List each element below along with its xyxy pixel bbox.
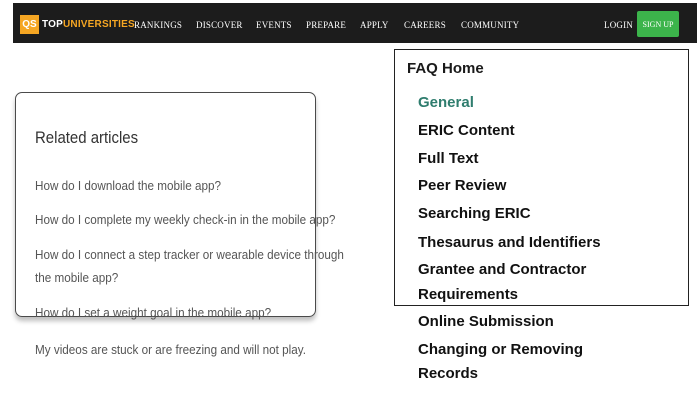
- faq-link-grantee-contractor[interactable]: Grantee and Contractor: [418, 258, 586, 282]
- faq-link-online-submission[interactable]: Online Submission: [418, 310, 554, 334]
- article-link-step-tracker-cont[interactable]: the mobile app?: [35, 266, 118, 289]
- logo-universities-text: UNIVERSITIES: [62, 18, 135, 30]
- logo-top-text: TOP: [42, 18, 63, 30]
- article-link-weekly-checkin[interactable]: How do I complete my weekly check-in in …: [35, 208, 335, 231]
- qs-logo-mark: QS: [20, 14, 39, 34]
- faq-link-changing-removing[interactable]: Changing or Removing: [418, 338, 583, 362]
- nav-events[interactable]: EVENTS: [256, 20, 292, 30]
- faq-link-peer-review[interactable]: Peer Review: [418, 174, 506, 198]
- article-link-weight-goal[interactable]: How do I set a weight goal in the mobile…: [35, 301, 271, 324]
- faq-link-general[interactable]: General: [418, 91, 474, 115]
- nav-rankings[interactable]: RANKINGS: [134, 20, 182, 30]
- nav-careers[interactable]: CAREERS: [404, 20, 446, 30]
- faq-link-thesaurus[interactable]: Thesaurus and Identifiers: [418, 231, 601, 255]
- signup-button[interactable]: SIGN UP: [637, 11, 679, 37]
- article-link-step-tracker[interactable]: How do I connect a step tracker or weara…: [35, 243, 344, 266]
- nav-apply[interactable]: APPLY: [360, 20, 389, 30]
- qs-logo[interactable]: QS TOPUNIVERSITIES: [20, 14, 135, 34]
- logo-text: TOPUNIVERSITIES: [42, 19, 135, 30]
- faq-link-requirements[interactable]: Requirements: [418, 283, 518, 307]
- faq-link-full-text[interactable]: Full Text: [418, 147, 479, 171]
- article-link-download-app[interactable]: How do I download the mobile app?: [35, 174, 221, 197]
- faq-link-records[interactable]: Records: [418, 362, 478, 386]
- top-navbar: QS TOPUNIVERSITIES RANKINGS DISCOVER EVE…: [13, 3, 697, 43]
- faq-link-searching-eric[interactable]: Searching ERIC: [418, 202, 531, 226]
- nav-community[interactable]: COMMUNITY: [461, 20, 519, 30]
- related-articles-title: Related articles: [35, 128, 139, 147]
- login-link[interactable]: LOGIN: [604, 20, 633, 30]
- nav-prepare[interactable]: PREPARE: [306, 20, 346, 30]
- article-link-videos-stuck[interactable]: My videos are stuck or are freezing and …: [35, 338, 306, 361]
- faq-link-eric-content[interactable]: ERIC Content: [418, 119, 515, 143]
- nav-discover[interactable]: DISCOVER: [196, 20, 243, 30]
- faq-home-link[interactable]: FAQ Home: [407, 60, 484, 77]
